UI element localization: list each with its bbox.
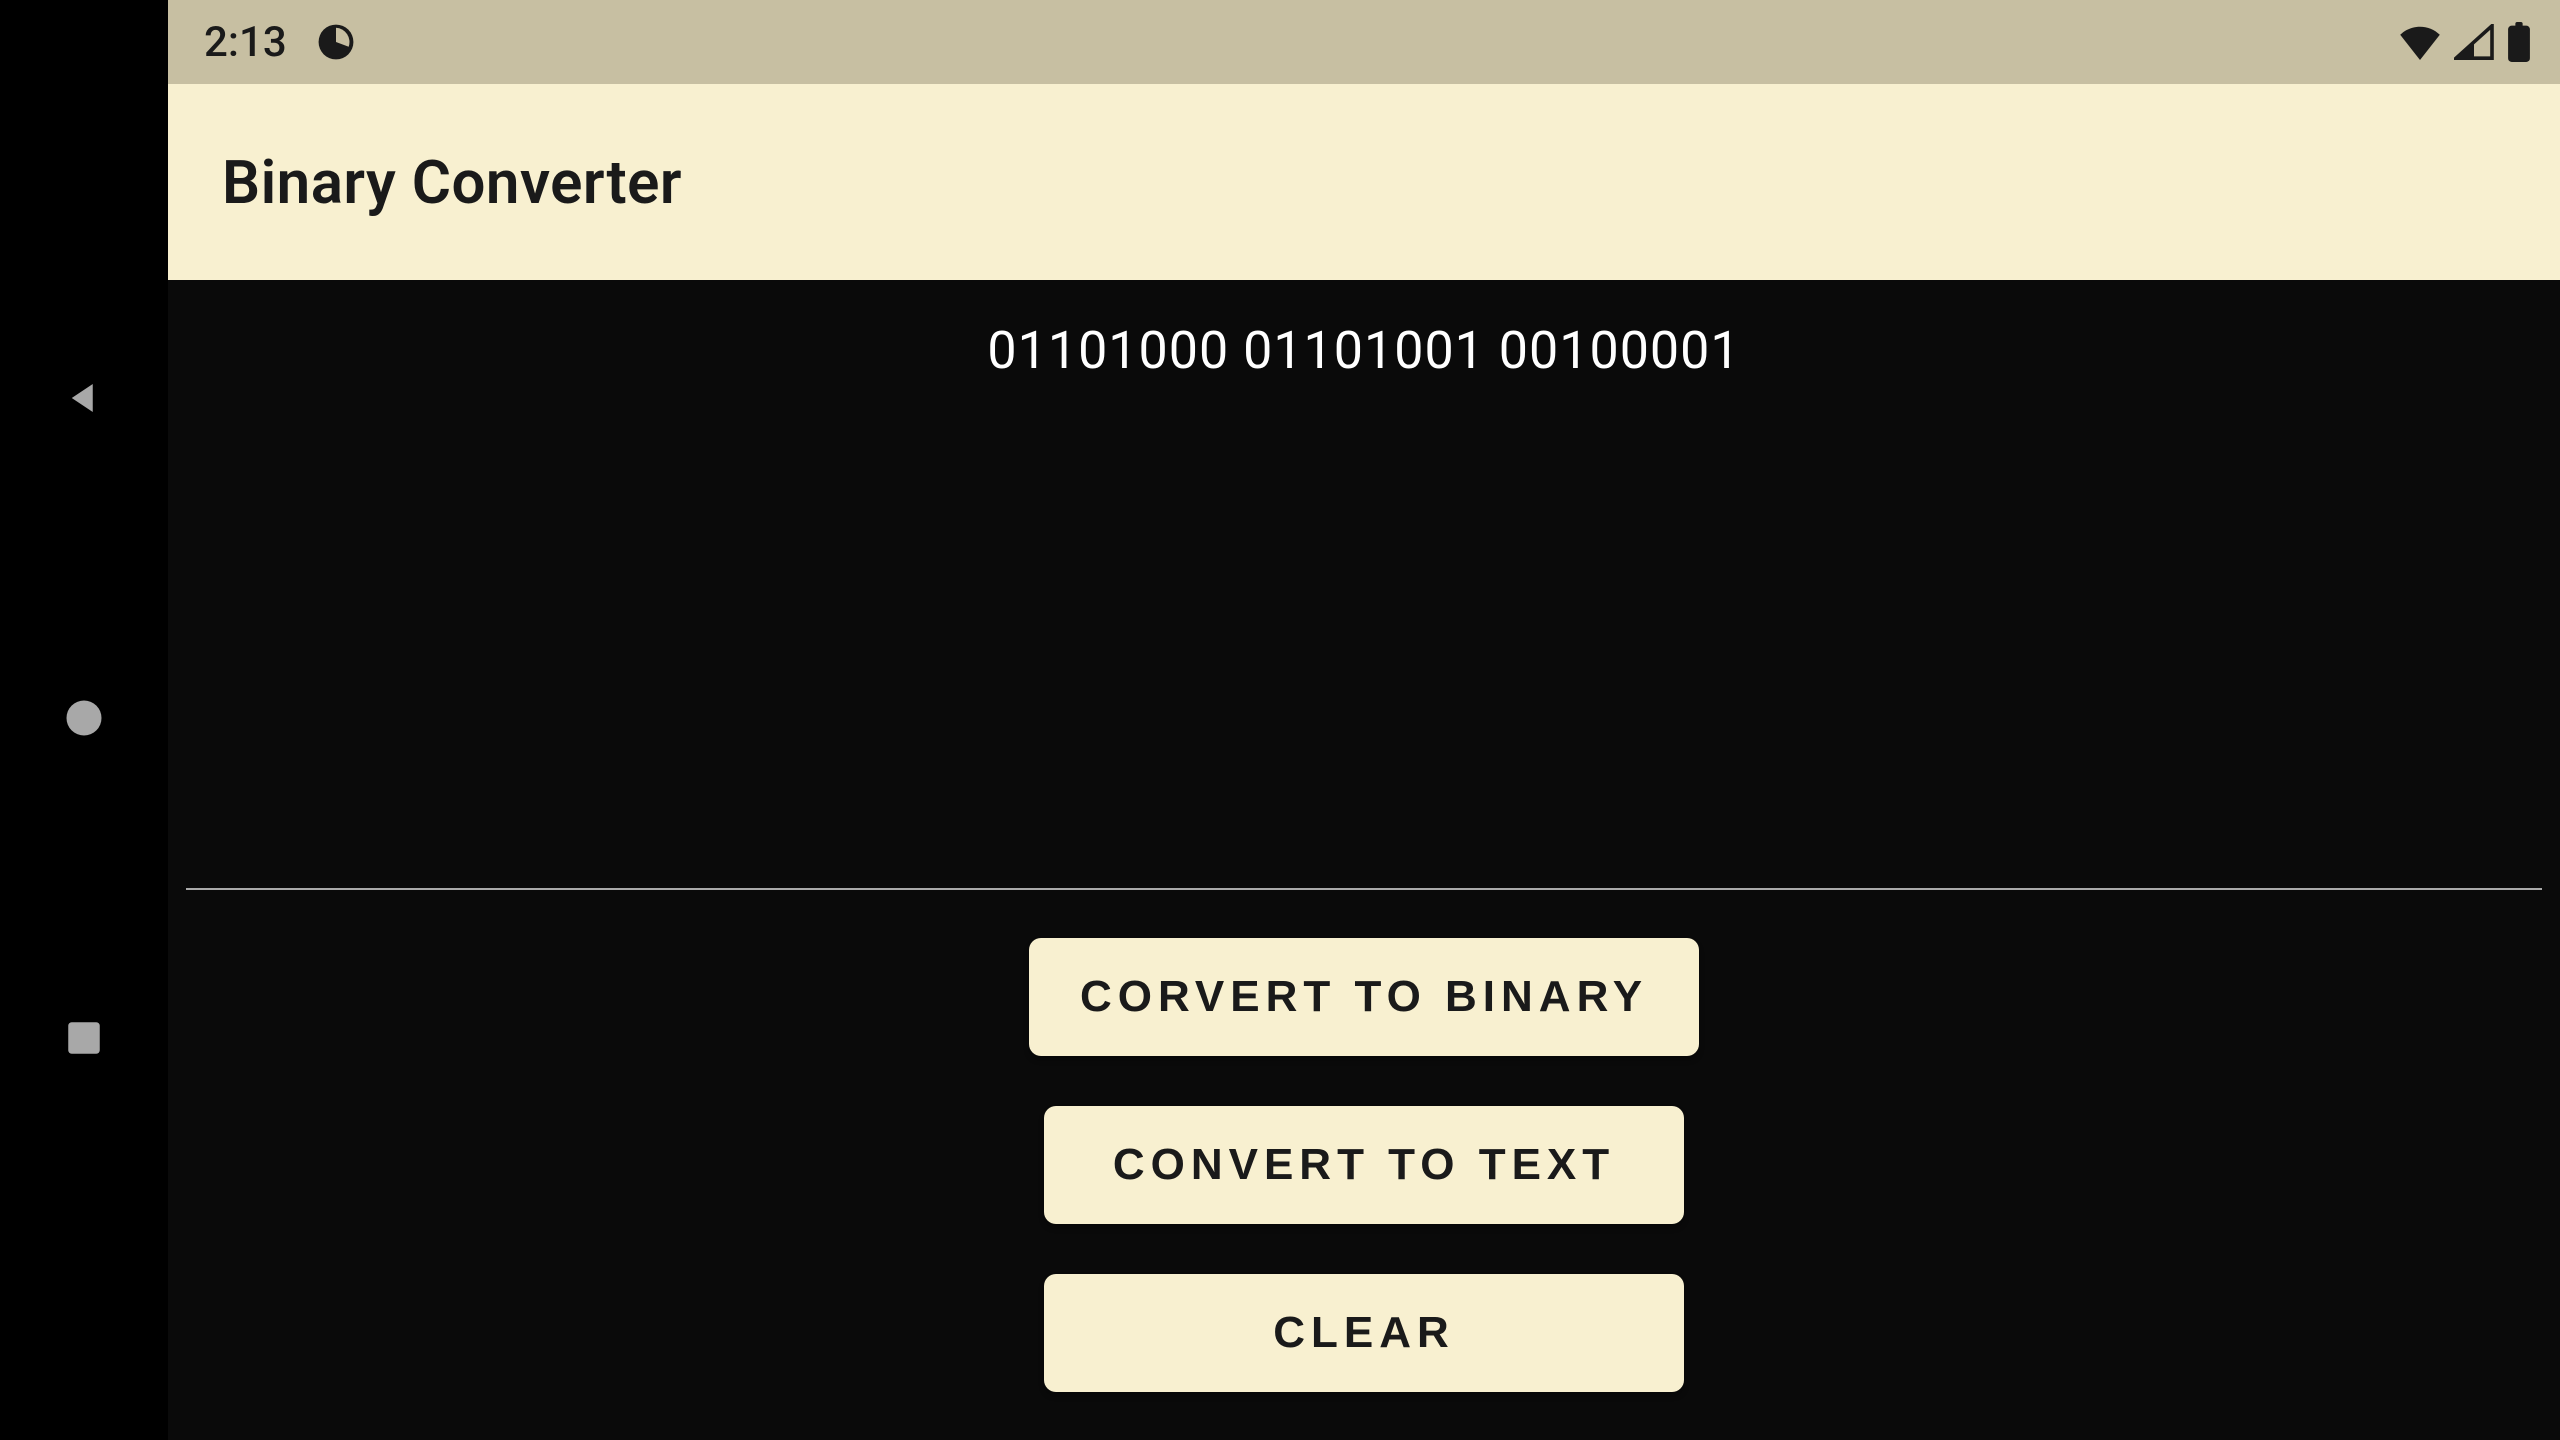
app-bar: Binary Converter bbox=[168, 84, 2560, 280]
wifi-icon bbox=[2398, 24, 2442, 60]
home-button[interactable] bbox=[63, 697, 105, 743]
clear-button[interactable]: CLEAR bbox=[1044, 1274, 1684, 1392]
status-bar-right bbox=[2398, 22, 2532, 62]
battery-icon bbox=[2506, 22, 2532, 62]
android-nav-bar bbox=[0, 0, 168, 1440]
home-circle-icon bbox=[63, 697, 105, 739]
convert-to-text-button[interactable]: CONVERT TO TEXT bbox=[1044, 1106, 1684, 1224]
app-title: Binary Converter bbox=[222, 147, 682, 218]
recents-button[interactable] bbox=[63, 1017, 105, 1063]
status-bar-time: 2:13 bbox=[204, 18, 287, 67]
status-bar: 2:13 bbox=[168, 0, 2560, 84]
back-triangle-icon bbox=[63, 377, 105, 419]
cellular-signal-icon bbox=[2454, 24, 2494, 60]
status-bar-left: 2:13 bbox=[204, 18, 355, 67]
notification-icon bbox=[317, 23, 355, 61]
convert-to-binary-button[interactable]: CORVERT TO BINARY bbox=[1029, 938, 1699, 1056]
content-area: CORVERT TO BINARY CONVERT TO TEXT CLEAR bbox=[168, 280, 2560, 1440]
app-screen: 2:13 Binary Converter C bbox=[168, 0, 2560, 1440]
button-stack: CORVERT TO BINARY CONVERT TO TEXT CLEAR bbox=[186, 938, 2542, 1392]
binary-input[interactable] bbox=[186, 280, 2542, 890]
recents-square-icon bbox=[63, 1017, 105, 1059]
back-button[interactable] bbox=[63, 377, 105, 423]
